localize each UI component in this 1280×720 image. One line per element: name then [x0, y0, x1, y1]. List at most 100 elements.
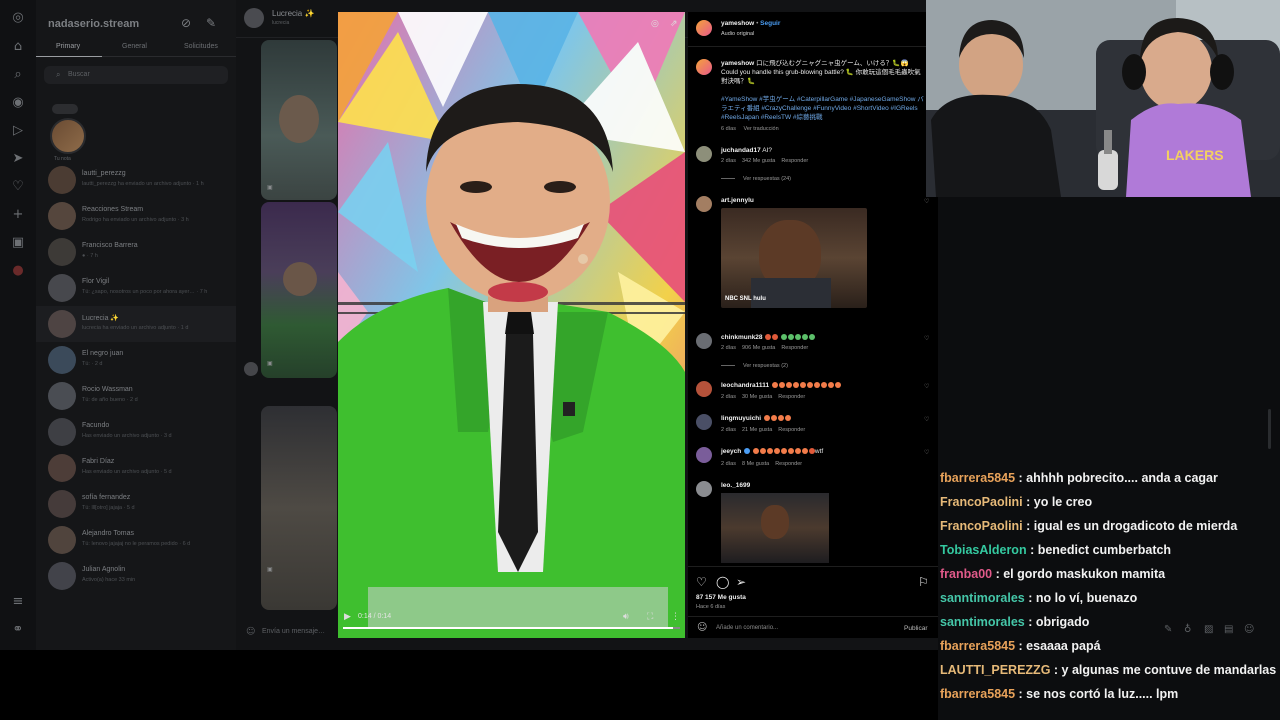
conversation-item[interactable]: Facundo Has enviado un archivo adjunto ·… — [36, 414, 236, 450]
tab-requests[interactable]: Solicitudes — [184, 43, 218, 50]
save-icon[interactable]: ⚐ — [918, 575, 929, 589]
comment-author[interactable]: juchandad17 — [721, 147, 761, 154]
menu-icon[interactable]: ≡ — [10, 594, 26, 610]
chat-username[interactable]: FrancoPaolini — [940, 519, 1023, 533]
profile-icon[interactable]: ● — [10, 263, 26, 279]
conversation-item[interactable]: lautti_perezzg lautti_perezzg ha enviado… — [36, 162, 236, 198]
avatar[interactable] — [696, 196, 712, 212]
pen-icon[interactable]: ✎ — [1164, 624, 1172, 635]
image-icon[interactable]: ▨ — [1204, 624, 1213, 635]
video-progress-bar[interactable] — [343, 627, 680, 629]
view-replies-button[interactable]: Ver respuestas (24) — [721, 176, 791, 182]
chat-username[interactable]: fbarrera5845 — [940, 471, 1015, 485]
likes-count[interactable]: 87 157 Me gusta — [696, 594, 746, 601]
conversation-item[interactable]: Fabri Díaz Has enviado un archivo adjunt… — [36, 450, 236, 486]
chat-username[interactable]: franba00 — [940, 567, 992, 581]
avatar[interactable] — [696, 59, 712, 75]
avatar[interactable] — [696, 481, 712, 497]
avatar[interactable] — [696, 333, 712, 349]
comment-icon[interactable]: ◯ — [716, 575, 729, 589]
comment-author[interactable]: art.jennylu — [721, 197, 754, 204]
comment-likes[interactable]: 21 Me gusta — [742, 427, 772, 433]
comment-author[interactable]: leochandra1111 — [721, 382, 769, 389]
avatar[interactable] — [696, 414, 712, 430]
explore-icon[interactable]: ◉ — [10, 95, 26, 111]
own-avatar[interactable] — [50, 118, 86, 154]
reply-button[interactable]: Responder — [781, 345, 808, 351]
note-bubble[interactable] — [52, 104, 78, 114]
conversation-item[interactable]: El negro juan Tú: · 2 d — [36, 342, 236, 378]
emoji-icon[interactable]: ☺ — [246, 627, 255, 637]
chat-username[interactable]: sanntimorales — [940, 615, 1025, 629]
caption-hashtags[interactable]: #YameShow #芋虫ゲーム #CaterpillarGame #Japan… — [721, 95, 926, 122]
translate-link[interactable]: Ver traducción — [744, 126, 779, 132]
publish-button[interactable]: Publicar — [904, 625, 927, 632]
instagram-logo-icon[interactable]: ◎ — [10, 10, 26, 26]
reply-button[interactable]: Responder — [781, 158, 808, 164]
chat-scrollbar[interactable] — [1268, 409, 1271, 449]
search-icon[interactable]: ⌕ — [10, 67, 26, 83]
volume-icon[interactable]: 🔊︎ — [623, 612, 629, 622]
play-icon[interactable]: ▶ — [344, 612, 351, 622]
like-comment-icon[interactable]: ♡ — [924, 198, 929, 205]
like-comment-icon[interactable]: ♡ — [924, 449, 929, 456]
open-external-icon[interactable]: ⇗ — [670, 19, 678, 29]
chat-username[interactable]: fbarrera5845 — [940, 687, 1015, 701]
threads-icon[interactable]: ⚭ — [10, 622, 26, 638]
comment-gif[interactable] — [721, 493, 829, 563]
like-icon[interactable]: ♡ — [696, 575, 707, 589]
conversation-item[interactable]: sofía fernandez Tú: lll[otro] jajaja · 5… — [36, 486, 236, 522]
dashboard-icon[interactable]: ▣ — [10, 235, 26, 251]
avatar[interactable] — [244, 8, 264, 28]
avatar[interactable] — [696, 20, 712, 36]
conversation-item[interactable]: Flor Vigil Tú: ¿sapo, nosotros un poco p… — [36, 270, 236, 306]
conversation-item[interactable]: Alejandro Tomas Tú: lenovo jajajaj no le… — [36, 522, 236, 558]
shared-reel-thumbnail[interactable]: ▣ — [261, 40, 337, 200]
comment-likes[interactable]: 906 Me gusta — [742, 345, 775, 351]
conversation-item[interactable]: Reacciones Stream Rodrigo ha enviado un … — [36, 198, 236, 234]
reels-icon[interactable]: ▷ — [10, 123, 26, 139]
account-name[interactable]: nadaserio.stream — [48, 18, 139, 30]
add-comment-input[interactable]: Añade un comentario... — [716, 625, 778, 631]
create-icon[interactable]: + — [10, 207, 26, 223]
comment-author[interactable]: leo._1699 — [721, 482, 750, 489]
notifications-icon[interactable]: ♡ — [10, 179, 26, 195]
chat-username[interactable]: FrancoPaolini — [940, 495, 1023, 509]
like-comment-icon[interactable]: ♡ — [924, 416, 929, 423]
chat-username[interactable]: TobiasAlderon — [940, 543, 1027, 557]
gif-icon[interactable]: ▤ — [1224, 624, 1233, 635]
caption-author[interactable]: yameshow — [721, 60, 754, 67]
conversation-item[interactable]: Julian Agnolin Activo(a) hace 33 min — [36, 558, 236, 594]
audio-label[interactable]: Audio original — [721, 31, 754, 37]
comment-author[interactable]: chinkmunk28 — [721, 334, 763, 341]
follow-button[interactable]: Seguir — [760, 20, 780, 27]
shared-reel-thumbnail[interactable]: ▣ — [261, 202, 337, 378]
chat-username[interactable]: LAUTTI_PEREZZG — [940, 663, 1050, 677]
like-comment-icon[interactable]: ♡ — [924, 383, 929, 390]
reply-button[interactable]: Responder — [778, 427, 805, 433]
compose-icon[interactable]: ✎ — [206, 16, 216, 30]
hide-icon[interactable]: ◎ — [651, 19, 659, 29]
fullscreen-icon[interactable]: ⛶ — [647, 612, 653, 622]
like-comment-icon[interactable]: ♡ — [924, 335, 929, 342]
avatar[interactable] — [696, 381, 712, 397]
microphone-icon[interactable]: ♁ — [1184, 624, 1191, 635]
home-icon[interactable]: ⌂ — [10, 39, 26, 55]
avatar[interactable] — [696, 447, 712, 463]
conversation-item[interactable]: Francisco Barrera ● · 7 h — [36, 234, 236, 270]
reply-button[interactable]: Responder — [778, 394, 805, 400]
share-icon[interactable]: ➢ — [736, 575, 746, 589]
avatar[interactable] — [696, 146, 712, 162]
shared-reel-thumbnail[interactable]: ▣ — [261, 406, 337, 610]
chat-username[interactable]: sanntimorales — [940, 591, 1025, 605]
conversation-item-active[interactable]: Lucrecia ✨ lucrecia ha enviado un archiv… — [36, 306, 236, 342]
reply-button[interactable]: Responder — [775, 461, 802, 467]
comment-author[interactable]: lingmuyuichi — [721, 415, 761, 422]
comment-likes[interactable]: 8 Me gusta — [742, 461, 769, 467]
chat-username[interactable]: fbarrera5845 — [940, 639, 1015, 653]
notes-off-icon[interactable]: ⊘ — [181, 16, 191, 30]
comment-gif[interactable]: NBC SNL hulu — [721, 208, 867, 308]
comment-author[interactable]: jeeych — [721, 448, 741, 455]
comment-likes[interactable]: 30 Me gusta — [742, 394, 772, 400]
tab-general[interactable]: General — [122, 43, 147, 50]
